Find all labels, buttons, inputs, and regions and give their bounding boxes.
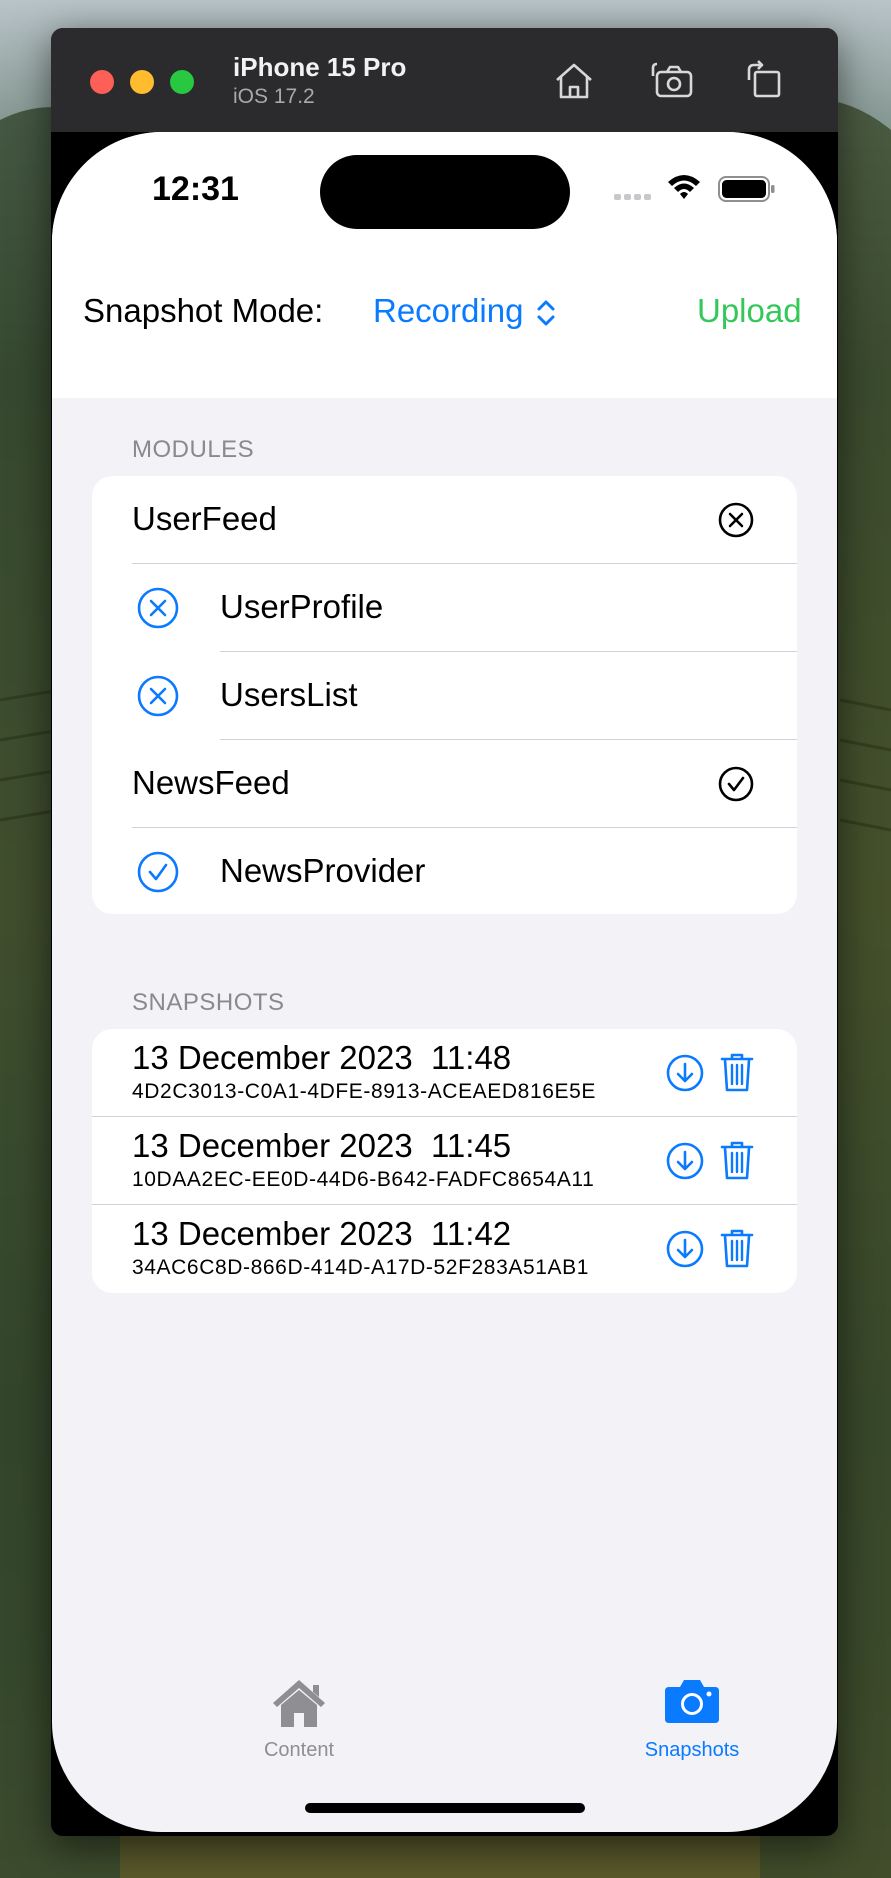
snapshot-row[interactable]: 13 December 2023 11:48 4D2C3013-C0A1-4DF… [92, 1029, 797, 1117]
xmark-circle-icon[interactable] [136, 586, 180, 630]
module-row-userfeed[interactable]: UserFeed [92, 476, 797, 564]
rotate-icon[interactable] [741, 58, 787, 104]
trash-icon[interactable] [720, 1227, 754, 1269]
snapshots-section-title: SNAPSHOTS [132, 989, 285, 1016]
os-version: iOS 17.2 [233, 85, 315, 108]
checkmark-circle-icon[interactable] [714, 762, 758, 806]
snapshot-row[interactable]: 13 December 2023 11:45 10DAA2EC-EE0D-44D… [92, 1117, 797, 1205]
simulator-screen: 12:31 Snapshot Mode: Recording Upload MO… [51, 132, 838, 1836]
module-row-userslist[interactable]: UsersList [92, 652, 797, 740]
home-icon[interactable] [551, 58, 597, 104]
module-name: UserFeed [132, 500, 277, 537]
trash-icon[interactable] [720, 1051, 754, 1093]
snapshot-row[interactable]: 13 December 2023 11:42 34AC6C8D-866D-414… [92, 1205, 797, 1293]
minimize-window-button[interactable] [130, 70, 154, 94]
app-header: 12:31 Snapshot Mode: Recording Upload [52, 132, 837, 398]
modules-section-title: MODULES [132, 436, 255, 463]
checkmark-circle-icon[interactable] [136, 850, 180, 894]
tab-snapshots[interactable]: Snapshots [592, 1677, 792, 1762]
dynamic-island [320, 155, 570, 229]
module-name: NewsFeed [132, 764, 290, 801]
xmark-circle-icon[interactable] [136, 674, 180, 718]
download-icon[interactable] [665, 1053, 705, 1093]
module-name: UserProfile [220, 588, 384, 625]
window-titlebar: iPhone 15 Pro iOS 17.2 [51, 28, 838, 132]
phone-display: 12:31 Snapshot Mode: Recording Upload MO… [52, 132, 837, 1832]
camera-icon [592, 1677, 792, 1733]
status-time: 12:31 [152, 170, 239, 208]
battery-icon [718, 176, 775, 202]
cellular-signal-icon [614, 194, 651, 200]
home-indicator[interactable] [305, 1803, 585, 1813]
download-icon[interactable] [665, 1229, 705, 1269]
snapshot-date: 13 December 2023 11:48 [132, 1039, 512, 1076]
snapshot-date: 13 December 2023 11:45 [132, 1127, 512, 1164]
wifi-icon [668, 175, 700, 199]
snapshots-list: 13 December 2023 11:48 4D2C3013-C0A1-4DF… [92, 1029, 797, 1293]
snapshot-mode-picker[interactable]: Recording [373, 292, 523, 330]
house-icon [199, 1677, 399, 1733]
download-icon[interactable] [665, 1141, 705, 1181]
module-row-newsprovider[interactable]: NewsProvider [92, 828, 797, 914]
snapshot-mode-label: Snapshot Mode: [83, 292, 324, 329]
close-window-button[interactable] [90, 70, 114, 94]
module-name: NewsProvider [220, 852, 426, 889]
modules-list: UserFeed UserProfile UsersList NewsFeed … [92, 476, 797, 914]
trash-icon[interactable] [720, 1139, 754, 1181]
xmark-circle-icon[interactable] [714, 498, 758, 542]
module-row-newsfeed[interactable]: NewsFeed [92, 740, 797, 828]
device-name: iPhone 15 Pro [233, 52, 407, 82]
module-row-userprofile[interactable]: UserProfile [92, 564, 797, 652]
module-name: UsersList [220, 676, 358, 713]
zoom-window-button[interactable] [170, 70, 194, 94]
simulator-window: iPhone 15 Pro iOS 17.2 12:31 Snapshot Mo… [51, 28, 838, 1836]
snapshot-id: 34AC6C8D-866D-414D-A17D-52F283A51AB1 [132, 1256, 590, 1279]
tab-content[interactable]: Content [199, 1677, 399, 1762]
chevron-up-down-icon[interactable] [536, 298, 556, 328]
snapshot-id: 4D2C3013-C0A1-4DFE-8913-ACEAED816E5E [132, 1080, 596, 1103]
screenshot-icon[interactable] [651, 58, 697, 104]
tab-label: Snapshots [644, 1739, 740, 1761]
snapshot-id: 10DAA2EC-EE0D-44D6-B642-FADFC8654A11 [132, 1168, 595, 1191]
snapshot-date: 13 December 2023 11:42 [132, 1215, 512, 1252]
upload-button[interactable]: Upload [697, 292, 802, 330]
tab-label: Content [263, 1739, 335, 1761]
